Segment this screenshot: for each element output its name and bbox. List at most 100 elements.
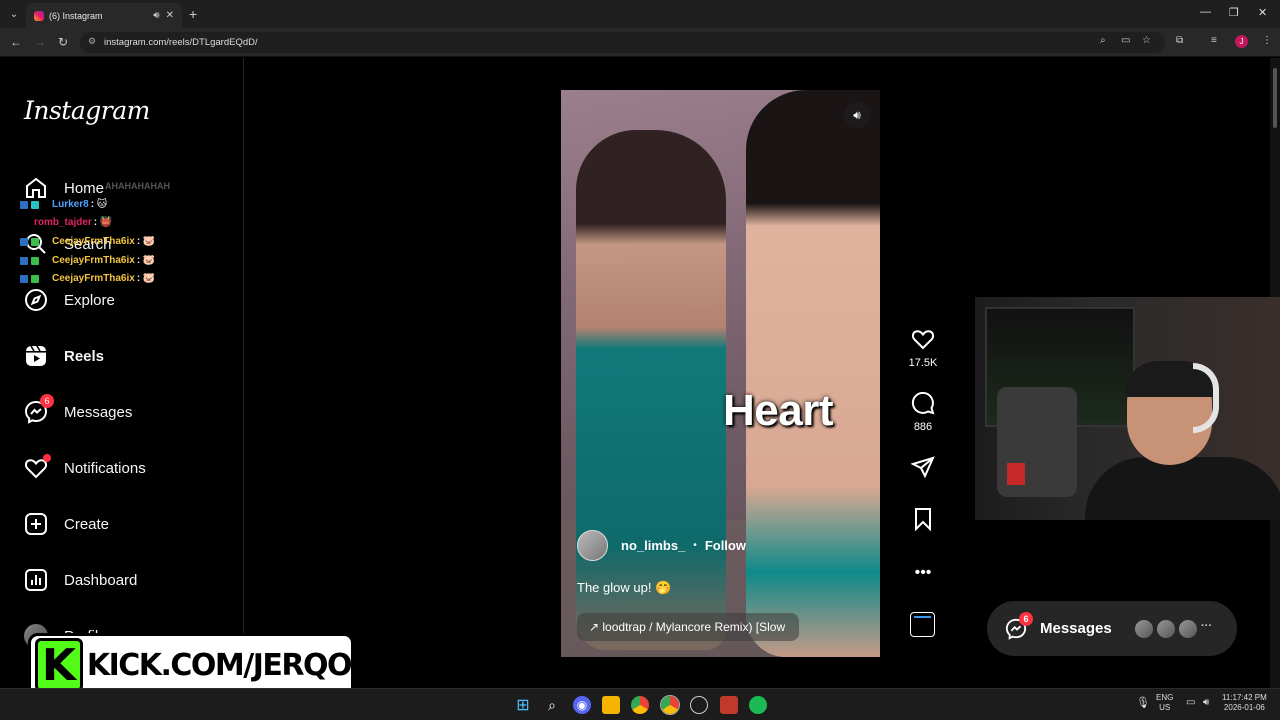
sidebar-item-explore[interactable]: Explore	[24, 287, 115, 313]
avatar	[1133, 618, 1155, 640]
clock-time: 11:17:42 PM	[1222, 693, 1267, 702]
heart-icon	[24, 454, 51, 480]
badge-icon	[20, 200, 28, 209]
audio-thumbnail[interactable]	[910, 612, 935, 637]
sidebar-item-create[interactable]: Create	[24, 511, 109, 537]
sidebar-item-messages[interactable]: 6 Messages	[24, 394, 133, 425]
badge-icon	[31, 200, 39, 209]
minimize-button[interactable]: —	[1200, 6, 1211, 18]
close-tab-icon[interactable]: ✕	[166, 10, 174, 21]
comment-button[interactable]: 886	[905, 391, 941, 433]
zoom-icon[interactable]: ⌕	[1100, 35, 1106, 46]
instagram-logo[interactable]: Instagram	[24, 96, 150, 125]
site-info-icon[interactable]: ⚙︎	[88, 36, 96, 47]
tab-title: (6) Instagram	[49, 10, 103, 21]
back-icon[interactable]: ←	[10, 35, 22, 49]
audio-track-button[interactable]: ↗ loodtrap / Mylancore Remix) [Slow	[577, 613, 799, 641]
chrome-active-icon[interactable]	[660, 695, 680, 715]
messages-badge: 6	[40, 394, 54, 408]
like-count: 17.5K	[908, 357, 938, 369]
sidebar-item-notifications[interactable]: Notifications	[24, 454, 146, 481]
restore-button[interactable]: ❐	[1229, 6, 1239, 19]
badge-icon	[20, 256, 28, 265]
sidebar-label: Messages	[64, 403, 133, 421]
chat-faded-line: AHAHAHAHAH	[105, 181, 170, 191]
windows-start-icon[interactable]: ⊞	[514, 696, 532, 714]
reading-list-icon[interactable]: ≡	[1211, 35, 1217, 46]
tab-strip: ⌄ (6) Instagram 🔊︎ ✕ + — ❐ ✕	[0, 0, 1280, 28]
home-icon	[24, 176, 48, 200]
more-options-button[interactable]: •••	[905, 560, 941, 586]
volume-tray-icon[interactable]: 🔊︎	[1203, 698, 1209, 708]
messages-badge: 6	[1019, 611, 1033, 626]
video-person-right	[746, 90, 880, 657]
author-avatar[interactable]	[577, 530, 608, 561]
app-icon[interactable]	[690, 696, 708, 714]
bookmark-star-icon[interactable]: ☆	[1142, 35, 1151, 46]
tab-search-button[interactable]: ⌄	[0, 0, 28, 28]
spotify-icon[interactable]	[749, 696, 767, 714]
stream-app-icon[interactable]	[720, 696, 738, 714]
webcam-overlay	[975, 297, 1280, 520]
comment-icon	[905, 391, 941, 421]
reel-video[interactable]: 🔊︎ Heart no_limbs_ • Follow The glow up!…	[561, 90, 880, 657]
share-button[interactable]	[905, 455, 941, 485]
comment-count: 886	[913, 421, 933, 433]
webcam-cup	[1007, 463, 1025, 485]
audio-track-label: ↗ loodtrap / Mylancore Remix) [Slow	[589, 620, 786, 634]
new-tab-button[interactable]: +	[189, 6, 197, 22]
messages-pill-label: Messages	[1040, 620, 1112, 637]
reel-caption[interactable]: The glow up! 🤭	[577, 580, 671, 596]
forward-icon[interactable]: →	[34, 35, 46, 49]
file-explorer-icon[interactable]	[602, 696, 620, 714]
clock[interactable]: 11:17:42 PM 2026-01-06	[1222, 693, 1267, 713]
webcam-person-body	[1085, 457, 1280, 520]
speaker-icon[interactable]: 🔊︎	[153, 10, 159, 21]
reload-icon[interactable]: ↻	[58, 35, 68, 49]
sidebar-label: Notifications	[64, 459, 146, 477]
messenger-icon: 6	[1005, 611, 1033, 640]
extensions-icon[interactable]: ⧉	[1176, 35, 1183, 46]
chat-username: CeejayFrmTha6ix	[52, 273, 135, 284]
instagram-favicon-icon	[34, 10, 44, 21]
chat-username: Lurker8	[52, 199, 89, 210]
author-username[interactable]: no_limbs_	[621, 538, 685, 553]
kick-url: KICK.COM/JERQO	[86, 647, 353, 683]
avatar	[1177, 618, 1199, 640]
badge-icon	[20, 274, 28, 283]
scroll-thumb[interactable]	[1273, 68, 1277, 128]
cast-icon[interactable]: ▭	[1121, 35, 1130, 46]
avatar	[1155, 618, 1177, 640]
browser-tab[interactable]: (6) Instagram 🔊︎ ✕	[26, 3, 182, 28]
save-button[interactable]	[905, 507, 941, 537]
url-text: instagram.com/reels/DTLgardEQdD/	[104, 37, 258, 48]
chat-username: CeejayFrmTha6ix	[52, 236, 135, 247]
volume-icon[interactable]: 🔊︎	[844, 102, 870, 128]
discord-icon[interactable]: ◉	[573, 696, 591, 714]
browser-profile-avatar[interactable]: J	[1235, 35, 1248, 48]
sidebar-item-dashboard[interactable]: Dashboard	[24, 567, 137, 593]
network-icon[interactable]: ▭	[1186, 698, 1195, 708]
chrome-icon[interactable]	[631, 696, 649, 714]
menu-kebab-icon[interactable]: ⋮	[1262, 35, 1272, 46]
sidebar-label: Home	[64, 179, 105, 197]
badge-icon	[31, 274, 39, 283]
chat-message: CeejayFrmTha6ix: 🐷	[20, 236, 155, 247]
messages-popover-button[interactable]: 6 Messages ···	[987, 601, 1237, 656]
chat-username: romb_tajder	[34, 217, 92, 228]
follow-button[interactable]: Follow	[705, 538, 746, 553]
taskbar-search-icon[interactable]: ⌕	[543, 696, 561, 714]
messenger-icon: 6	[24, 394, 54, 424]
microphone-icon[interactable]: 🎙︎	[1136, 698, 1150, 709]
url-bar[interactable]: ⚙︎ instagram.com/reels/DTLgardEQdD/	[80, 32, 1165, 53]
more-horizontal-icon: •••	[914, 564, 932, 581]
windows-taskbar: ⊞ ⌕ ◉ 🎙︎ ENG US ▭ 🔊︎ 11:17:42 PM 2026-01…	[0, 688, 1280, 720]
close-window-button[interactable]: ✕	[1258, 6, 1267, 19]
language-indicator[interactable]: ENG US	[1156, 693, 1173, 713]
sidebar-item-home[interactable]: Home	[24, 175, 104, 201]
lang-line2: US	[1159, 703, 1171, 712]
chart-icon	[24, 568, 48, 592]
sidebar-item-reels[interactable]: Reels	[24, 343, 104, 369]
like-button[interactable]: 17.5K	[905, 327, 941, 369]
clock-date: 2026-01-06	[1223, 703, 1265, 712]
